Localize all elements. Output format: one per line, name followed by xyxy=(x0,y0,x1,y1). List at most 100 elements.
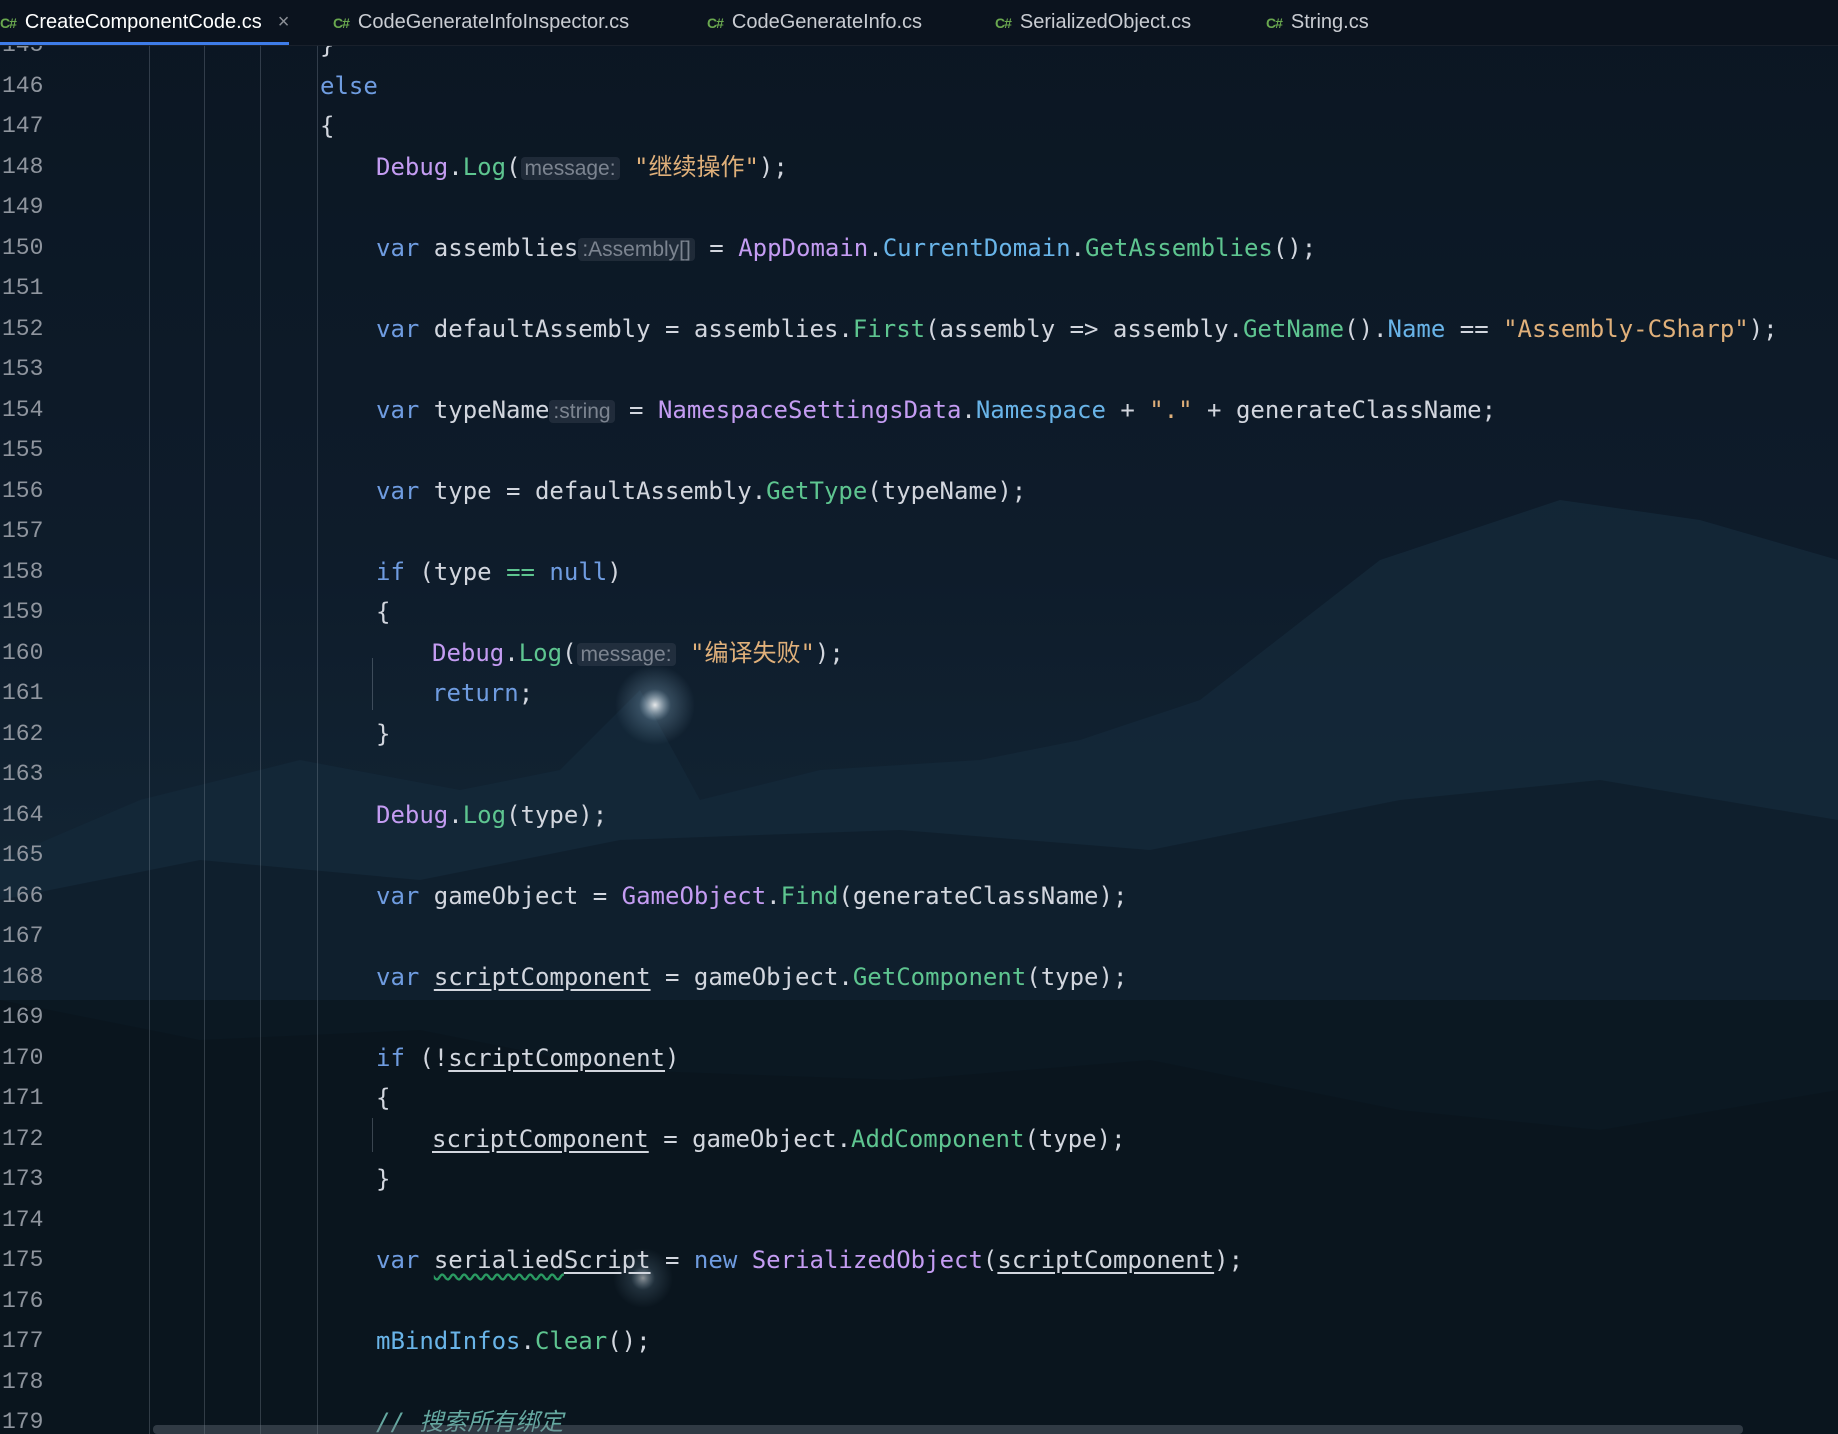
line-number[interactable]: 154 xyxy=(0,390,52,430)
code-line[interactable]: 153 xyxy=(0,349,1838,389)
code-editor[interactable]: 145} 146 else 147{148 Debug.Log(message: "继续… xyxy=(0,45,1838,1434)
code-text[interactable]: if (!scriptComponent) xyxy=(376,1038,679,1078)
code-line[interactable]: 145} xyxy=(0,45,1838,65)
line-number[interactable]: 169 xyxy=(0,997,52,1037)
code-line[interactable]: 147 { xyxy=(0,106,1838,146)
code-line[interactable]: 165 xyxy=(0,835,1838,875)
line-number[interactable]: 168 xyxy=(0,957,52,997)
code-line[interactable]: 173} xyxy=(0,1159,1838,1199)
code-line[interactable]: 162} xyxy=(0,714,1838,754)
code-text[interactable]: { xyxy=(376,592,390,632)
code-text[interactable]: } xyxy=(320,45,334,65)
code-line[interactable]: 159 { xyxy=(0,592,1838,632)
code-line[interactable]: 167 xyxy=(0,916,1838,956)
code-text[interactable]: var defaultAssembly = assemblies.First(a… xyxy=(376,309,1778,349)
line-number[interactable]: 165 xyxy=(0,835,52,875)
line-number[interactable]: 147 xyxy=(0,106,52,146)
code-line[interactable]: 164 Debug.Log(type); xyxy=(0,795,1838,835)
code-text[interactable]: { xyxy=(376,1078,390,1118)
line-number[interactable]: 161 xyxy=(0,673,52,713)
line-number[interactable]: 160 xyxy=(0,633,52,673)
code-text[interactable]: Debug.Log(message: "继续操作"); xyxy=(376,147,788,189)
code-text[interactable]: } xyxy=(376,1159,390,1199)
code-text[interactable]: else xyxy=(320,66,378,106)
line-number[interactable]: 162 xyxy=(0,714,52,754)
tab-code-generate-info[interactable]: C# CodeGenerateInfo.cs xyxy=(707,0,922,45)
code-line[interactable]: 146 else xyxy=(0,66,1838,106)
horizontal-scrollbar[interactable] xyxy=(153,1425,1743,1434)
line-number[interactable]: 174 xyxy=(0,1200,52,1240)
line-number[interactable]: 156 xyxy=(0,471,52,511)
code-text[interactable]: var assemblies:Assembly[] = AppDomain.Cu… xyxy=(376,228,1316,270)
line-number[interactable]: 159 xyxy=(0,592,52,632)
code-line[interactable]: 166 var gameObject = GameObject.Find(gene… xyxy=(0,876,1838,916)
line-number[interactable]: 150 xyxy=(0,228,52,268)
code-line[interactable]: 154 var typeName:string = NamespaceSettin… xyxy=(0,390,1838,430)
code-line[interactable]: 156 var type = defaultAssembly.GetType(ty… xyxy=(0,471,1838,511)
code-line[interactable]: 176 xyxy=(0,1281,1838,1321)
line-number[interactable]: 155 xyxy=(0,430,52,470)
code-text[interactable]: var type = defaultAssembly.GetType(typeN… xyxy=(376,471,1026,511)
code-line[interactable]: 178 xyxy=(0,1362,1838,1402)
code-line[interactable]: 148 Debug.Log(message: "继续操作"); xyxy=(0,147,1838,187)
line-number[interactable]: 178 xyxy=(0,1362,52,1402)
code-text[interactable]: return; xyxy=(432,673,533,713)
code-line[interactable]: 151 xyxy=(0,268,1838,308)
line-number[interactable]: 170 xyxy=(0,1038,52,1078)
code-line[interactable]: 149 xyxy=(0,187,1838,227)
tab-string[interactable]: C# String.cs xyxy=(1266,0,1369,45)
code-line[interactable]: 163 xyxy=(0,754,1838,794)
line-number[interactable]: 148 xyxy=(0,147,52,187)
code-line[interactable]: 174 xyxy=(0,1200,1838,1240)
code-text[interactable]: var gameObject = GameObject.Find(generat… xyxy=(376,876,1127,916)
code-line[interactable]: 175 var serialiedScript = new SerializedO… xyxy=(0,1240,1838,1280)
line-number[interactable]: 158 xyxy=(0,552,52,592)
line-number[interactable]: 163 xyxy=(0,754,52,794)
code-text[interactable]: var typeName:string = NamespaceSettingsD… xyxy=(376,390,1496,432)
code-line[interactable]: 170 if (!scriptComponent) xyxy=(0,1038,1838,1078)
code-text[interactable]: var serialiedScript = new SerializedObje… xyxy=(376,1240,1243,1280)
line-number[interactable]: 176 xyxy=(0,1281,52,1321)
code-line[interactable]: 171 { xyxy=(0,1078,1838,1118)
close-icon[interactable]: × xyxy=(278,11,290,34)
code-text[interactable]: Debug.Log(message: "编译失败"); xyxy=(432,633,844,675)
tab-serialized-object[interactable]: C# SerializedObject.cs xyxy=(995,0,1191,45)
line-number[interactable]: 164 xyxy=(0,795,52,835)
code-line[interactable]: 161 return; xyxy=(0,673,1838,713)
line-number[interactable]: 151 xyxy=(0,268,52,308)
code-line[interactable]: 155 xyxy=(0,430,1838,470)
line-number[interactable]: 167 xyxy=(0,916,52,956)
line-number[interactable]: 146 xyxy=(0,66,52,106)
line-number[interactable]: 172 xyxy=(0,1119,52,1159)
code-line[interactable]: 172 scriptComponent = gameObject.AddCompo… xyxy=(0,1119,1838,1159)
line-number[interactable]: 173 xyxy=(0,1159,52,1199)
line-number[interactable]: 171 xyxy=(0,1078,52,1118)
tab-create-component-code[interactable]: C# CreateComponentCode.cs × xyxy=(0,0,290,45)
line-number[interactable]: 145 xyxy=(0,45,52,65)
code-line[interactable]: 158 if (type == null) xyxy=(0,552,1838,592)
line-number[interactable]: 166 xyxy=(0,876,52,916)
tab-code-generate-info-inspector[interactable]: C# CodeGenerateInfoInspector.cs xyxy=(333,0,629,45)
line-number[interactable]: 153 xyxy=(0,349,52,389)
line-number[interactable]: 175 xyxy=(0,1240,52,1280)
line-number[interactable]: 179 xyxy=(0,1402,52,1434)
code-line[interactable]: 169 xyxy=(0,997,1838,1037)
code-line[interactable]: 157 xyxy=(0,511,1838,551)
code-text[interactable]: { xyxy=(320,106,334,146)
code-text[interactable]: if (type == null) xyxy=(376,552,622,592)
code-text[interactable]: } xyxy=(376,714,390,754)
code-text[interactable]: scriptComponent = gameObject.AddComponen… xyxy=(432,1119,1126,1159)
code-text[interactable]: mBindInfos.Clear(); xyxy=(376,1321,651,1361)
code-line[interactable]: 152 var defaultAssembly = assemblies.Firs… xyxy=(0,309,1838,349)
code-line[interactable]: 150 var assemblies:Assembly[] = AppDomain… xyxy=(0,228,1838,268)
line-number[interactable]: 152 xyxy=(0,309,52,349)
code-line[interactable]: 168 var scriptComponent = gameObject.GetC… xyxy=(0,957,1838,997)
code-line[interactable]: 177 mBindInfos.Clear(); xyxy=(0,1321,1838,1361)
code-text[interactable]: Debug.Log(type); xyxy=(376,795,607,835)
code-token: GetType xyxy=(766,476,868,505)
line-number[interactable]: 177 xyxy=(0,1321,52,1361)
line-number[interactable]: 149 xyxy=(0,187,52,227)
code-text[interactable]: var scriptComponent = gameObject.GetComp… xyxy=(376,957,1127,997)
line-number[interactable]: 157 xyxy=(0,511,52,551)
code-line[interactable]: 160 Debug.Log(message: "编译失败"); xyxy=(0,633,1838,673)
